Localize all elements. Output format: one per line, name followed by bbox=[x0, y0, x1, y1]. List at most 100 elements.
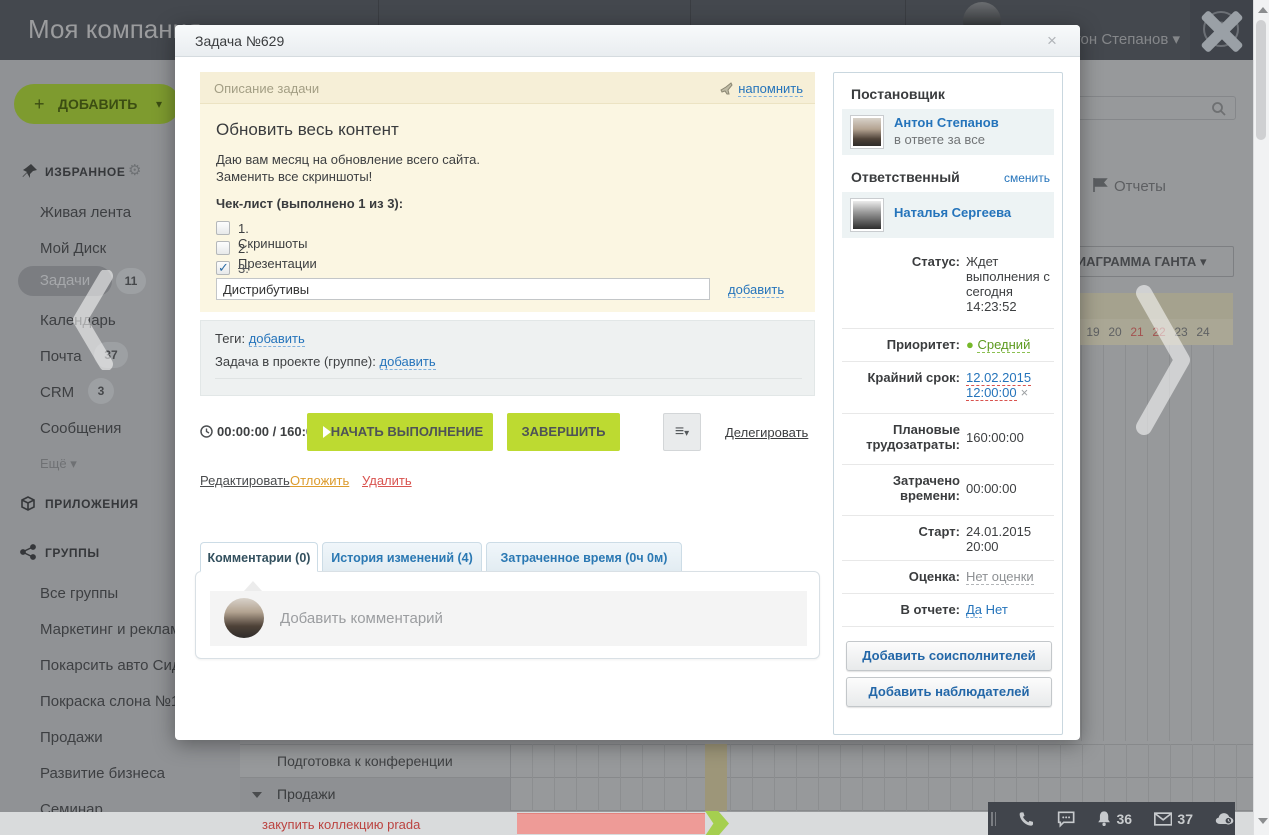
chevron-down-icon bbox=[252, 792, 262, 798]
gantt-overdue-task[interactable]: закупить коллекцию prada bbox=[262, 817, 420, 832]
priority-link[interactable]: Средний bbox=[977, 337, 1030, 353]
responsible-title: Ответственный bbox=[851, 169, 960, 185]
sidebar-group-sales[interactable]: Продажи bbox=[40, 729, 103, 746]
task-dialog: Задача №629 × Описание задачи напомнить … bbox=[175, 25, 1080, 740]
project-row: Задача в проекте (группе): добавить bbox=[215, 354, 436, 369]
sidebar-item-feed[interactable]: Живая лента bbox=[40, 204, 131, 221]
checkbox-checked[interactable] bbox=[216, 261, 230, 275]
tasks-badge: 11 bbox=[116, 268, 146, 294]
in-report-no-link[interactable]: Нет bbox=[986, 602, 1008, 617]
add-collaborators-button[interactable]: Добавить соисполнителей bbox=[846, 641, 1052, 671]
time-spent-value: 00:00:00 bbox=[966, 481, 1054, 496]
sidebar-item-drive[interactable]: Мой Диск bbox=[40, 240, 106, 257]
chevron-down-icon: ▾ bbox=[1172, 31, 1180, 48]
rating-link[interactable]: Нет оценки bbox=[966, 569, 1034, 585]
start-value: 24.01.2015 20:00 bbox=[966, 524, 1054, 554]
deadline-time-link[interactable]: 12:00:00 bbox=[966, 385, 1017, 401]
sidebar-item-messages[interactable]: Сообщения bbox=[40, 420, 121, 437]
task-info-panel: Постановщик Антон Степанов в ответе за в… bbox=[833, 72, 1063, 735]
phone-icon[interactable] bbox=[1018, 809, 1035, 829]
sidebar-group-bizdev[interactable]: Развитие бизнеса bbox=[40, 765, 165, 782]
envelope-icon[interactable] bbox=[1154, 811, 1172, 827]
sidebar-collapse-icon[interactable] bbox=[70, 270, 115, 370]
responsible-name-link[interactable]: Наталья Сергеева bbox=[894, 205, 1011, 220]
change-responsible-link[interactable]: сменить bbox=[1004, 171, 1050, 185]
gantt-group-row[interactable]: Продажи bbox=[240, 778, 510, 811]
in-report-yes-link[interactable]: Да bbox=[966, 602, 982, 618]
sidebar-group-marketing[interactable]: Маркетинг и реклам bbox=[40, 621, 180, 638]
task-description-line: Заменить все скриншоты! bbox=[216, 169, 372, 184]
gantt-task-bar[interactable] bbox=[517, 813, 705, 834]
delegate-link[interactable]: Делегировать bbox=[725, 425, 808, 440]
scrollbar-thumb[interactable] bbox=[1256, 20, 1266, 140]
add-observers-button[interactable]: Добавить наблюдателей bbox=[846, 677, 1052, 707]
gantt-today-column bbox=[705, 744, 727, 811]
rating-label: Оценка: bbox=[842, 569, 960, 584]
divider bbox=[842, 560, 1054, 561]
divider bbox=[842, 515, 1054, 516]
play-icon bbox=[323, 426, 331, 438]
finish-task-button[interactable]: ЗАВЕРШИТЬ bbox=[507, 413, 620, 451]
comment-placeholder: Добавить комментарий bbox=[280, 610, 443, 627]
sidebar-item-crm[interactable]: CRM bbox=[40, 384, 74, 401]
divider bbox=[842, 361, 1054, 362]
remind-link[interactable]: напомнить bbox=[720, 81, 803, 96]
column-divider bbox=[510, 744, 511, 811]
checklist-add-link[interactable]: добавить bbox=[728, 282, 784, 298]
start-task-button[interactable]: НАЧАТЬ ВЫПОЛНЕНИЕ bbox=[307, 413, 493, 451]
add-comment-input[interactable]: Добавить комментарий bbox=[210, 591, 807, 646]
clear-deadline-icon[interactable]: × bbox=[1021, 385, 1029, 400]
checkbox-unchecked[interactable] bbox=[216, 221, 230, 235]
drag-handle[interactable] bbox=[991, 812, 993, 826]
sidebar-group-all[interactable]: Все группы bbox=[40, 585, 118, 602]
avatar bbox=[224, 598, 264, 638]
chevron-down-icon: ▾ bbox=[70, 456, 77, 471]
planned-effort-label: Плановые трудозатраты: bbox=[842, 422, 960, 452]
tab-comments[interactable]: Комментарии (0) bbox=[200, 542, 318, 572]
divider bbox=[842, 593, 1054, 594]
sidebar-section-groups[interactable]: ГРУППЫ bbox=[45, 546, 100, 560]
chat-icon[interactable] bbox=[1057, 809, 1075, 829]
reminder-bell-icon bbox=[720, 82, 734, 95]
checklist-new-item-input[interactable] bbox=[216, 278, 710, 300]
sidebar-item-more[interactable]: Ещё ▾ bbox=[40, 456, 77, 472]
more-actions-button[interactable]: ≡▾ bbox=[663, 413, 701, 451]
tab-notch bbox=[244, 581, 262, 591]
sidebar-group-elephant[interactable]: Покраска слона №1 bbox=[40, 693, 179, 710]
scroll-down-icon[interactable] bbox=[1258, 818, 1268, 824]
creator-name-link[interactable]: Антон Степанов bbox=[894, 115, 999, 130]
tags-add-link[interactable]: добавить bbox=[249, 331, 305, 347]
app-root: Моя компания Антон Степанов ▾ ? + ДОБАВИ… bbox=[0, 0, 1269, 835]
bell-icon[interactable] bbox=[1097, 809, 1111, 828]
creator-title: Постановщик bbox=[851, 86, 945, 102]
close-icon[interactable]: × bbox=[1047, 31, 1057, 51]
groups-icon bbox=[20, 544, 36, 560]
gantt-task-row[interactable]: Подготовка к конференции bbox=[277, 753, 453, 769]
notifications-count: 36 bbox=[1117, 811, 1133, 827]
cloud-icon[interactable] bbox=[1215, 811, 1235, 827]
deadline-label: Крайний срок: bbox=[842, 370, 960, 385]
sidebar-section-apps[interactable]: ПРИЛОЖЕНИЯ bbox=[45, 497, 139, 511]
postpone-link[interactable]: Отложить bbox=[290, 473, 349, 488]
tab-time-spent[interactable]: Затраченное время (0ч 0м) bbox=[486, 542, 682, 572]
creator-subtitle: в ответе за все bbox=[894, 132, 985, 147]
gear-icon[interactable]: ⚙ bbox=[128, 161, 141, 179]
sidebar-group-car[interactable]: Покарсить авто Сид bbox=[40, 657, 181, 674]
project-add-link[interactable]: добавить bbox=[380, 354, 436, 370]
tab-reports[interactable]: Отчеты bbox=[1093, 177, 1166, 195]
dialog-title: Задача №629 bbox=[195, 33, 284, 49]
deadline-date-link[interactable]: 12.02.2015 bbox=[966, 370, 1031, 386]
creator-row: Антон Степанов в ответе за все bbox=[842, 109, 1054, 155]
gantt-next-period-icon[interactable] bbox=[1130, 285, 1200, 435]
drag-handle[interactable] bbox=[995, 812, 997, 826]
start-label: Старт: bbox=[842, 524, 960, 539]
priority-value: ● Средний bbox=[966, 337, 1054, 352]
divider bbox=[842, 413, 1054, 414]
gantt-day: 20 bbox=[1104, 319, 1126, 345]
scroll-up-icon[interactable] bbox=[1258, 7, 1268, 13]
add-button[interactable]: + ДОБАВИТЬ ▾ bbox=[14, 84, 180, 124]
delete-link[interactable]: Удалить bbox=[362, 473, 412, 488]
edit-link[interactable]: Редактировать bbox=[200, 473, 290, 488]
checkbox-unchecked[interactable] bbox=[216, 241, 230, 255]
tab-history[interactable]: История изменений (4) bbox=[322, 542, 482, 572]
